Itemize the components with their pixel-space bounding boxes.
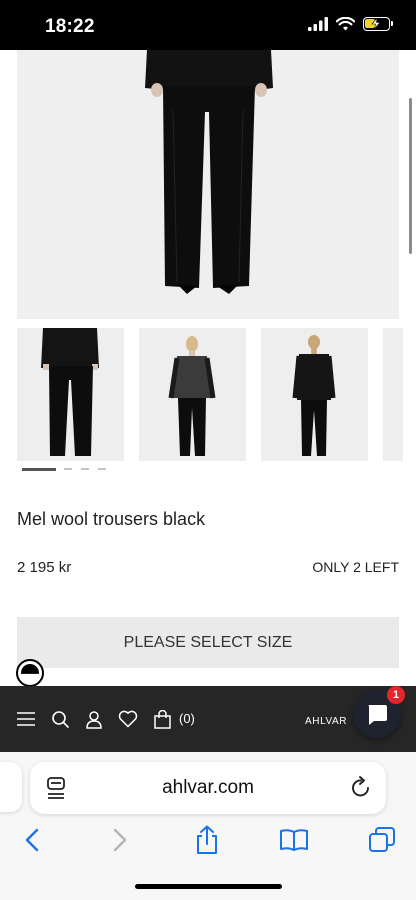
menu-icon[interactable] <box>17 707 35 731</box>
site-bottom-nav: (0) AHLVAR 1 <box>0 686 416 752</box>
status-icons <box>308 17 393 31</box>
battery-icon <box>363 17 393 31</box>
gallery-dot-active[interactable] <box>22 468 56 471</box>
product-hero-image[interactable] <box>17 50 399 319</box>
trousers-hero-illustration <box>17 50 399 319</box>
back-icon[interactable] <box>16 824 48 856</box>
thumbnail-front-jacket-illustration <box>17 328 124 461</box>
cellular-signal-icon <box>308 17 328 31</box>
chat-notification-badge: 1 <box>387 686 405 704</box>
reload-icon[interactable] <box>350 776 372 800</box>
address-bar[interactable]: ahlvar.com <box>30 762 386 814</box>
heart-icon[interactable] <box>118 707 138 731</box>
tabs-icon[interactable] <box>366 824 398 856</box>
gallery-dot[interactable] <box>64 468 72 470</box>
wifi-icon <box>336 17 355 31</box>
browser-toolbar: ahlvar.com <box>0 752 416 900</box>
search-icon[interactable] <box>50 707 70 731</box>
thumbnail-1[interactable] <box>17 328 124 461</box>
charging-bolt-icon <box>371 18 381 29</box>
thumbnail-3[interactable] <box>261 328 368 461</box>
gallery-dot[interactable] <box>98 468 106 470</box>
stock-status: ONLY 2 LEFT <box>312 559 399 575</box>
thumbnail-4-partial[interactable] <box>383 328 403 461</box>
bookmarks-icon[interactable] <box>278 824 310 856</box>
bag-icon[interactable] <box>153 707 171 731</box>
page-content[interactable]: Mel wool trousers black 2 195 kr ONLY 2 … <box>0 50 416 686</box>
status-time: 18:22 <box>45 16 95 37</box>
thumbnail-2[interactable] <box>139 328 246 461</box>
previous-tab-preview[interactable] <box>0 762 22 812</box>
page-scrollbar[interactable] <box>409 98 412 254</box>
product-price: 2 195 kr <box>17 559 72 576</box>
accessibility-icon[interactable] <box>16 659 44 686</box>
home-indicator[interactable] <box>135 884 282 889</box>
account-icon[interactable] <box>85 707 103 731</box>
status-bar: 18:22 <box>0 0 416 50</box>
thumbnail-back-sheer-top-illustration <box>261 328 368 461</box>
select-size-button[interactable]: PLEASE SELECT SIZE <box>17 617 399 668</box>
forward-icon[interactable] <box>104 824 136 856</box>
url-text[interactable]: ahlvar.com <box>30 777 386 799</box>
share-icon[interactable] <box>191 824 223 856</box>
gallery-dot[interactable] <box>81 468 89 470</box>
product-title: Mel wool trousers black <box>17 509 206 529</box>
brand-logo[interactable]: AHLVAR <box>305 716 347 727</box>
cart-count[interactable]: (0) <box>179 711 195 726</box>
battery-nub <box>391 21 393 26</box>
thumbnail-front-sheer-top-illustration <box>139 328 246 461</box>
